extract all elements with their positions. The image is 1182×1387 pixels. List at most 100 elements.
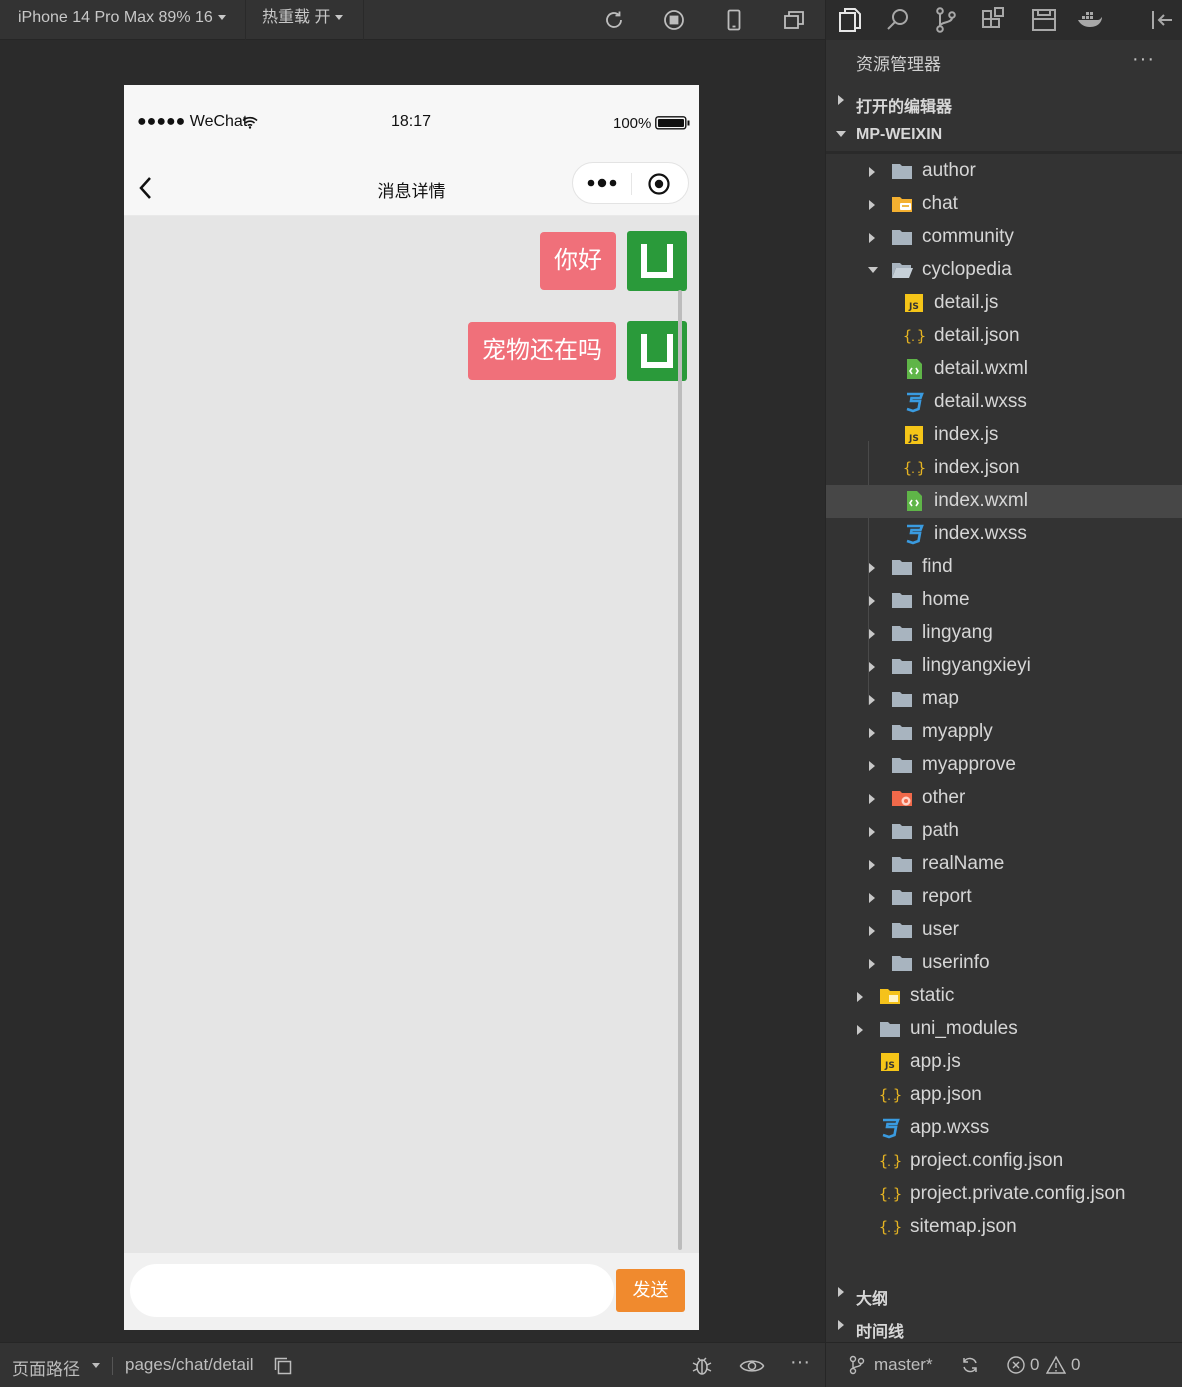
tree-folder-item[interactable]: userinfo (826, 947, 1182, 980)
tree-file-item[interactable]: JS index.js (826, 419, 1182, 452)
phone-screen: ●●●●● WeChat 18:17 100% 消息详情 你好 宠物还在吗 发送 (124, 85, 699, 1330)
storage-icon[interactable] (1030, 6, 1058, 34)
outline-section[interactable]: 大纲 (826, 1277, 1182, 1310)
page-path-label[interactable]: 页面路径 (12, 1355, 80, 1380)
more-icon[interactable]: ··· (1132, 48, 1155, 71)
tree-file-item[interactable]: {}.. project.config.json (826, 1145, 1182, 1178)
chevron-right-icon[interactable] (869, 827, 875, 837)
files-icon[interactable] (836, 6, 864, 34)
tree-folder-item[interactable]: lingyang (826, 617, 1182, 650)
tree-folder-item[interactable]: lingyangxieyi (826, 650, 1182, 683)
chevron-right-icon[interactable] (869, 563, 875, 573)
tree-folder-item[interactable]: path (826, 815, 1182, 848)
detach-window-icon[interactable] (782, 8, 806, 32)
open-editors-section[interactable]: 打开的编辑器 (826, 85, 1182, 118)
hot-reload-select[interactable]: 热重载 开 (246, 0, 364, 40)
tree-folder-item[interactable]: myapprove (826, 749, 1182, 782)
chevron-right-icon[interactable] (869, 167, 875, 177)
chevron-right-icon[interactable] (857, 992, 863, 1002)
tree-file-item[interactable]: {}.. detail.json (826, 320, 1182, 353)
tree-file-item[interactable]: index.wxml (826, 485, 1182, 518)
chevron-right-icon[interactable] (869, 860, 875, 870)
tree-folder-item[interactable]: find (826, 551, 1182, 584)
chevron-right-icon[interactable] (869, 200, 875, 210)
tree-folder-item[interactable]: myapply (826, 716, 1182, 749)
eye-icon[interactable] (739, 1356, 765, 1376)
tree-folder-item[interactable]: other (826, 782, 1182, 815)
tree-folder-item[interactable]: user (826, 914, 1182, 947)
tree-item-label: myapply (922, 721, 993, 742)
timeline-section[interactable]: 时间线 (826, 1310, 1182, 1343)
chevron-right-icon[interactable] (869, 761, 875, 771)
tree-folder-item[interactable]: cyclopedia (826, 254, 1182, 287)
chevron-right-icon[interactable] (869, 629, 875, 639)
tree-folder-item[interactable]: home (826, 584, 1182, 617)
chevron-right-icon[interactable] (869, 662, 875, 672)
svg-text:JS: JS (908, 302, 919, 312)
tree-file-item[interactable]: {}.. index.json (826, 452, 1182, 485)
message-input[interactable] (130, 1264, 614, 1317)
tree-folder-item[interactable]: community (826, 221, 1182, 254)
chevron-right-icon[interactable] (869, 695, 875, 705)
divider (112, 1357, 113, 1375)
tree-folder-item[interactable]: chat (826, 188, 1182, 221)
phone-icon[interactable] (722, 8, 746, 32)
sync-icon[interactable] (960, 1355, 980, 1375)
close-mini-program-icon[interactable] (647, 172, 671, 196)
navigation-bar: 消息详情 (124, 161, 699, 216)
device-select[interactable]: iPhone 14 Pro Max 89% 16 (2, 0, 246, 40)
copy-icon[interactable] (274, 1357, 292, 1375)
chevron-down-icon[interactable] (868, 267, 878, 273)
docker-icon[interactable] (1076, 6, 1104, 34)
error-count[interactable]: 0 (1030, 1355, 1039, 1375)
tree-file-item[interactable]: {}.. sitemap.json (826, 1211, 1182, 1244)
project-section[interactable]: MP-WEIXIN (826, 118, 1182, 154)
collapse-panel-icon[interactable] (1148, 6, 1176, 34)
branch-name[interactable]: master* (874, 1355, 933, 1375)
tree-file-item[interactable]: {}.. project.private.config.json (826, 1178, 1182, 1211)
tree-file-item[interactable]: JS app.js (826, 1046, 1182, 1079)
refresh-icon[interactable] (602, 8, 626, 32)
tree-folder-item[interactable]: realName (826, 848, 1182, 881)
extensions-icon[interactable] (980, 6, 1008, 34)
svg-text:..: .. (886, 1224, 898, 1235)
json-file-icon: {}.. (879, 1150, 902, 1172)
tree-folder-item[interactable]: uni_modules (826, 1013, 1182, 1046)
debug-bug-icon[interactable] (690, 1354, 714, 1378)
tree-folder-item[interactable]: report (826, 881, 1182, 914)
tree-file-item[interactable]: index.wxss (826, 518, 1182, 551)
javascript-file-icon: JS (879, 1051, 901, 1073)
warning-count[interactable]: 0 (1071, 1355, 1080, 1375)
chevron-right-icon[interactable] (869, 728, 875, 738)
source-control-icon[interactable] (932, 6, 960, 34)
folder-icon (891, 886, 913, 908)
tree-file-item[interactable]: JS detail.js (826, 287, 1182, 320)
search-icon[interactable] (884, 6, 912, 34)
json-file-icon: {}.. (903, 325, 926, 347)
send-button[interactable]: 发送 (616, 1269, 685, 1312)
tree-file-item[interactable]: {}.. app.json (826, 1079, 1182, 1112)
more-icon[interactable]: ··· (790, 1351, 810, 1374)
tree-file-item[interactable]: detail.wxml (826, 353, 1182, 386)
wxss-file-icon (879, 1117, 901, 1139)
chevron-right-icon[interactable] (857, 1025, 863, 1035)
tree-item-label: sitemap.json (910, 1216, 1017, 1237)
hot-reload-label: 热重载 开 (262, 9, 331, 26)
json-file-icon: {}.. (879, 1216, 902, 1238)
chat-scrollbar[interactable] (678, 290, 682, 1250)
tree-item-label: realName (922, 853, 1005, 874)
chevron-right-icon[interactable] (869, 893, 875, 903)
chevron-right-icon[interactable] (869, 794, 875, 804)
chevron-right-icon[interactable] (869, 233, 875, 243)
stop-icon[interactable] (662, 8, 686, 32)
tree-file-item[interactable]: detail.wxss (826, 386, 1182, 419)
tree-item-label: static (910, 985, 955, 1006)
chevron-right-icon[interactable] (869, 596, 875, 606)
tree-folder-item[interactable]: author (826, 155, 1182, 188)
chevron-right-icon[interactable] (869, 959, 875, 969)
more-dots-icon[interactable] (587, 177, 617, 189)
tree-folder-item[interactable]: map (826, 683, 1182, 716)
chevron-right-icon[interactable] (869, 926, 875, 936)
tree-file-item[interactable]: app.wxss (826, 1112, 1182, 1145)
tree-folder-item[interactable]: static (826, 980, 1182, 1013)
